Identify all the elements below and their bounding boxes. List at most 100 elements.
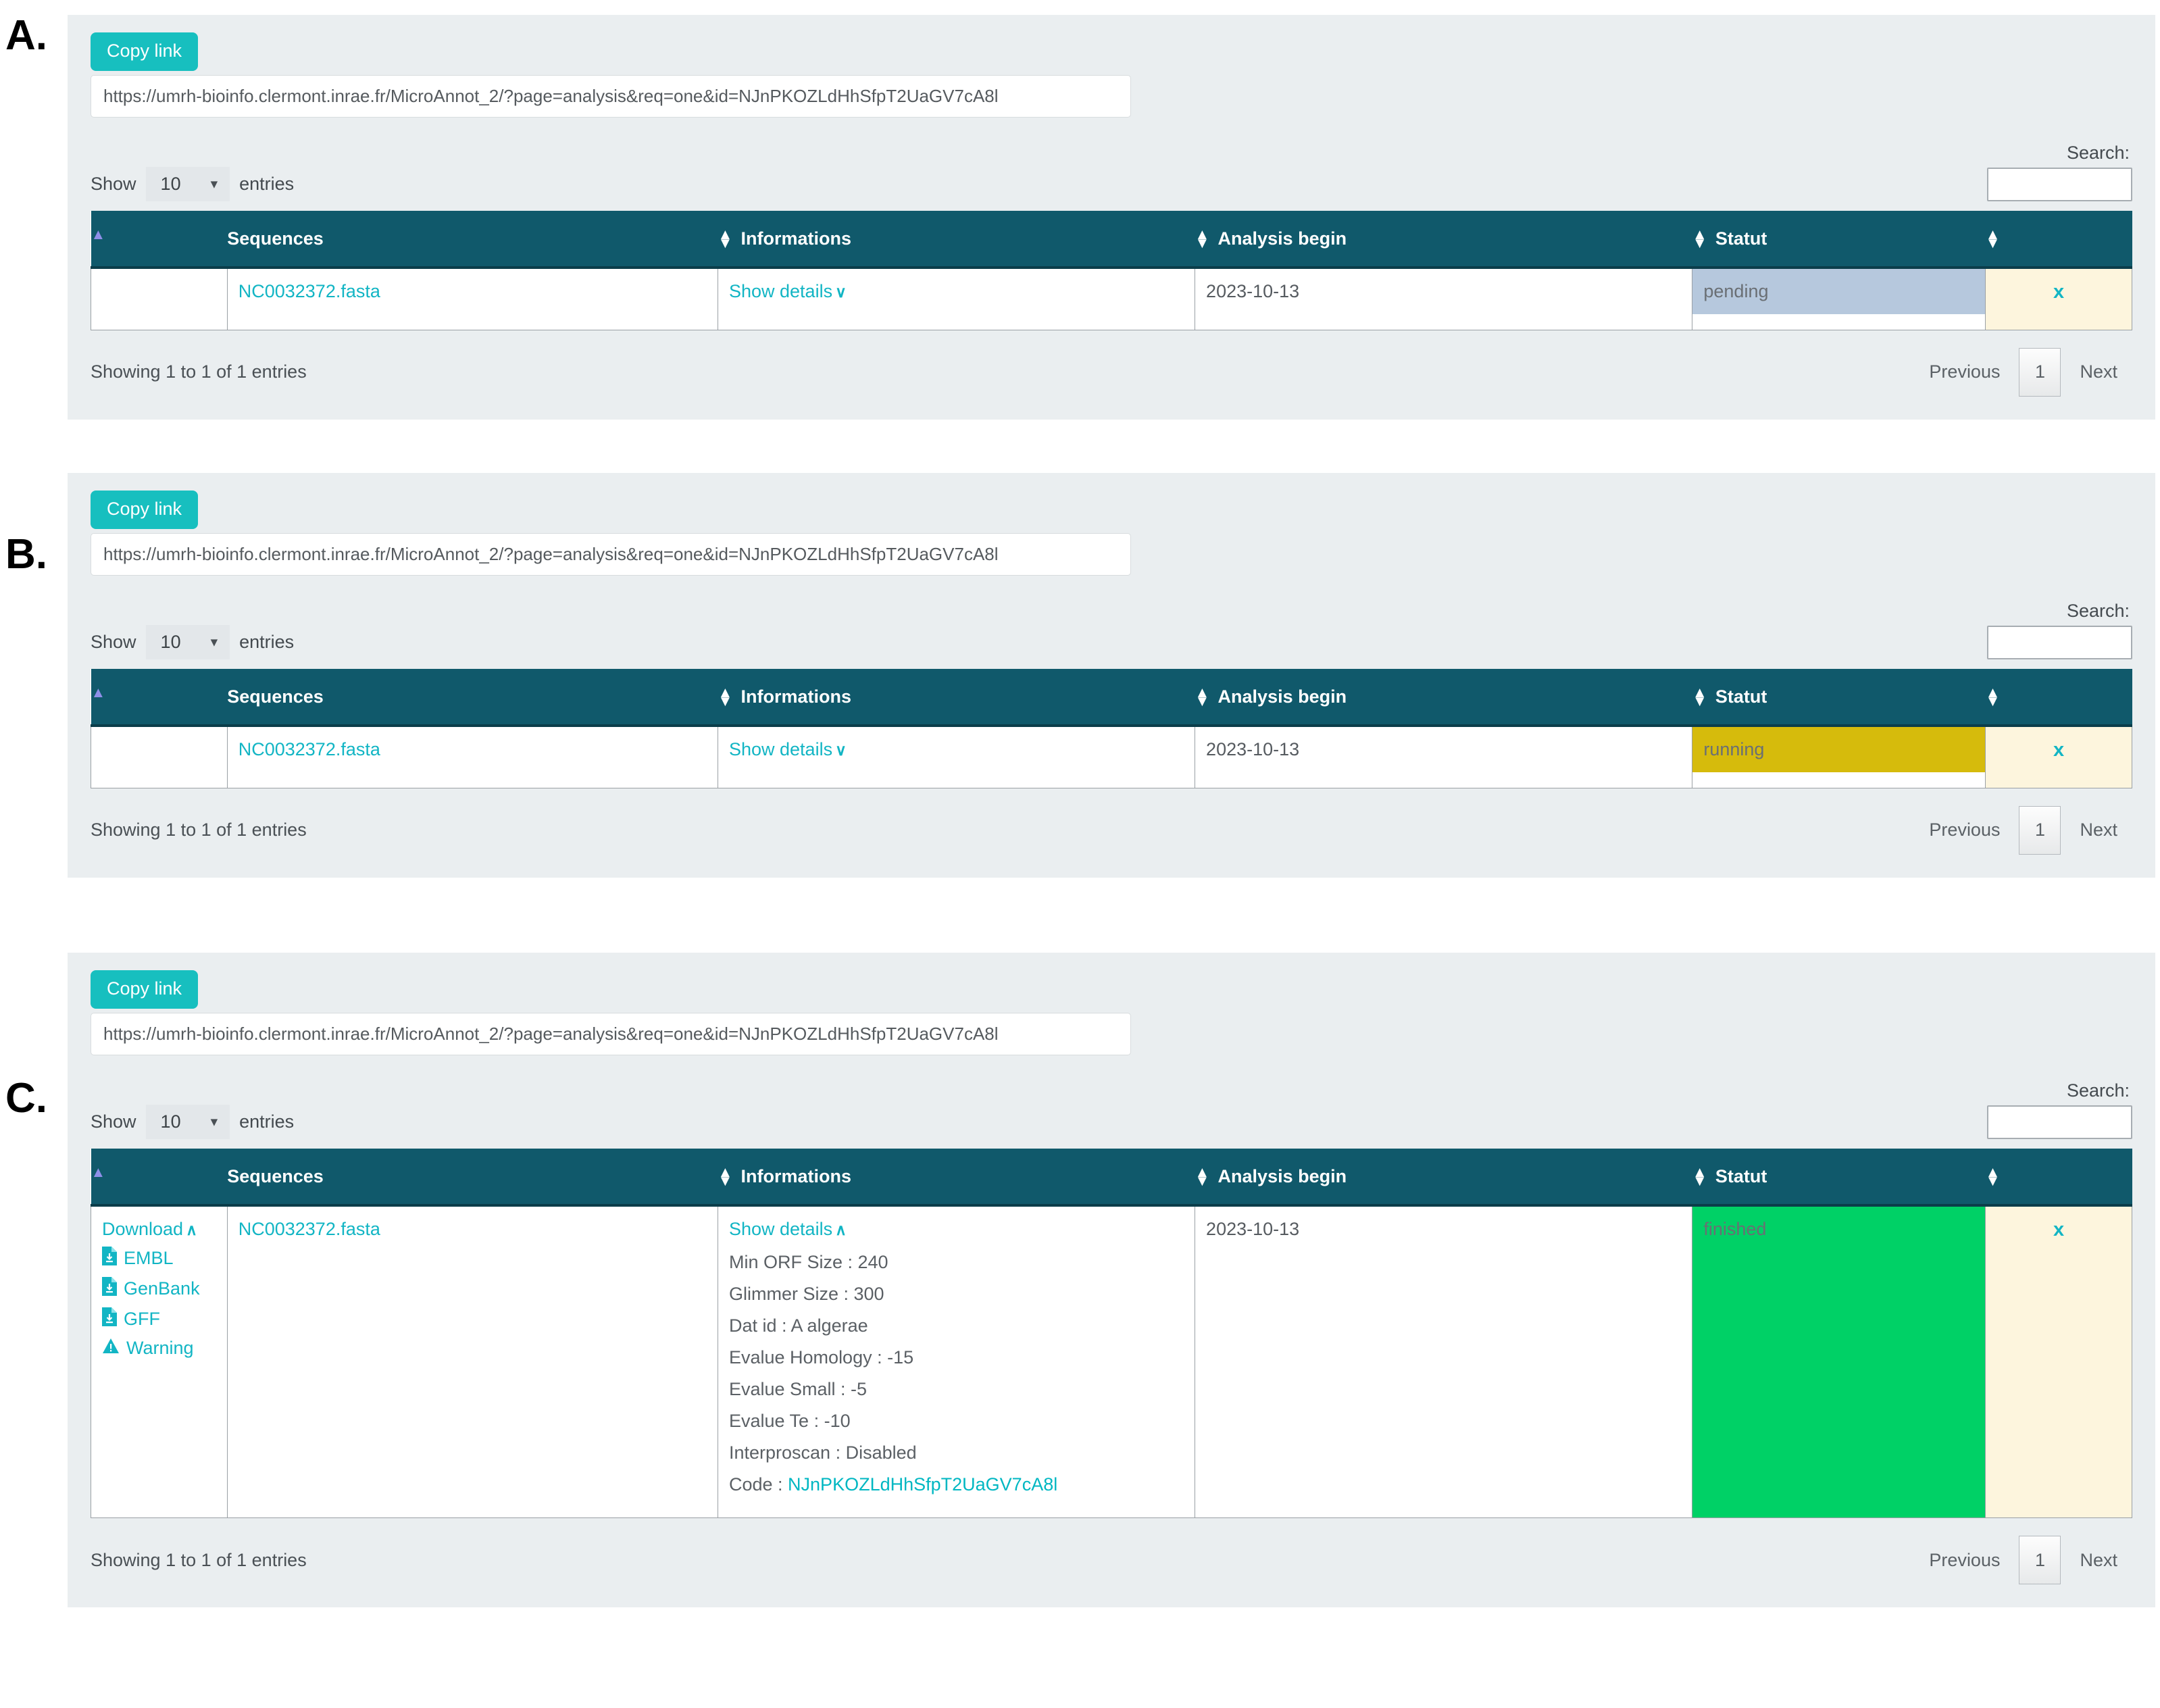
cell-cancel: x bbox=[1985, 1205, 2132, 1518]
sort-arrows-icon: ▲▼ bbox=[91, 683, 106, 701]
page-length-value: 10 bbox=[160, 632, 181, 652]
next-page-button[interactable]: Next bbox=[2065, 361, 2132, 382]
status-badge: pending bbox=[1692, 269, 1986, 314]
previous-page-button[interactable]: Previous bbox=[1914, 361, 2015, 382]
sort-arrows-icon: ▲▼ bbox=[1195, 1163, 1210, 1189]
sort-arrows-icon: ▲▼ bbox=[91, 1163, 106, 1180]
col-analysis-begin-label: Analysis begin bbox=[1217, 228, 1347, 249]
col-informations[interactable]: ▲ ▼ Informations bbox=[718, 1149, 1195, 1207]
cell-analysis-begin: 2023-10-13 bbox=[1195, 725, 1693, 788]
copy-link-button[interactable]: Copy link bbox=[91, 970, 199, 1009]
col-sequences[interactable]: Sequences bbox=[227, 211, 718, 269]
col-analysis-begin[interactable]: ▲ ▼ Analysis begin bbox=[1195, 669, 1692, 727]
search-input[interactable] bbox=[1987, 626, 2132, 659]
col-analysis-begin[interactable]: ▲ ▼ Analysis begin bbox=[1195, 1149, 1692, 1207]
col-download[interactable]: ▲▼ bbox=[91, 669, 228, 727]
analysis-panel-a: Copy link https://umrh-bioinfo.clermont.… bbox=[68, 15, 2155, 420]
cell-statut: running bbox=[1692, 725, 1986, 788]
section-label-c: C. bbox=[5, 1075, 47, 1122]
table-row: Download ∧ EMBL GenBank GFF Warning NC00… bbox=[91, 1205, 2132, 1518]
entries-info: Showing 1 to 1 of 1 entries bbox=[91, 820, 307, 840]
copy-link-button[interactable]: Copy link bbox=[91, 32, 199, 71]
entries-info: Showing 1 to 1 of 1 entries bbox=[91, 361, 307, 382]
warning-triangle-icon bbox=[102, 1338, 120, 1359]
show-label: Show bbox=[91, 1111, 136, 1132]
section-a: A. Copy link https://umrh-bioinfo.clermo… bbox=[0, 15, 2155, 420]
cancel-analysis-button[interactable]: x bbox=[2053, 281, 2064, 303]
col-download[interactable]: ▲▼ bbox=[91, 1149, 228, 1207]
sort-arrows-icon: ▲▼ bbox=[718, 683, 733, 709]
warning-button[interactable]: Warning bbox=[102, 1338, 216, 1359]
hide-details-toggle[interactable]: Show details ∧ bbox=[729, 1219, 1184, 1240]
page-number-button[interactable]: 1 bbox=[2019, 1536, 2061, 1584]
chevron-up-icon: ∧ bbox=[835, 1221, 847, 1238]
search-input[interactable] bbox=[1987, 168, 2132, 201]
col-download[interactable]: ▲▼ bbox=[91, 211, 228, 269]
col-statut[interactable]: ▲ ▼ Statut bbox=[1692, 211, 1986, 269]
col-cancel[interactable]: ▲ ▼ bbox=[1985, 1149, 2132, 1207]
table-row: NC0032372.fasta Show details ∨ 2023-10-13… bbox=[91, 725, 2132, 788]
detail-evalue-homology: Evalue Homology : -15 bbox=[728, 1347, 914, 1367]
page-length-select[interactable]: 10 ▾ bbox=[145, 1105, 230, 1139]
page-number-button[interactable]: 1 bbox=[2019, 347, 2061, 397]
sequence-link[interactable]: NC0032372.fasta bbox=[238, 739, 380, 759]
table-head: ▲▼ Sequences ▲▼ Informations bbox=[91, 211, 2132, 269]
sequence-link[interactable]: NC0032372.fasta bbox=[238, 281, 380, 301]
sort-arrows-icon: ▲▼ bbox=[1692, 1163, 1707, 1189]
table-row: NC0032372.fasta Show details ∨ 2023-10-13… bbox=[91, 267, 2132, 330]
cell-download bbox=[91, 725, 228, 788]
download-embl-button[interactable]: EMBL bbox=[102, 1247, 216, 1270]
detail-dat-id: Dat id : A algerae bbox=[728, 1315, 868, 1336]
page-length-select[interactable]: 10 ▾ bbox=[145, 625, 230, 659]
cell-cancel: x bbox=[1985, 267, 2132, 330]
col-analysis-begin[interactable]: ▲ ▼ Analysis begin bbox=[1195, 211, 1692, 269]
copy-link-button[interactable]: Copy link bbox=[91, 491, 199, 529]
next-page-button[interactable]: Next bbox=[2065, 820, 2132, 840]
share-url-field[interactable]: https://umrh-bioinfo.clermont.inrae.fr/M… bbox=[91, 1013, 1131, 1055]
page-number-button[interactable]: 1 bbox=[2019, 805, 2061, 855]
previous-page-button[interactable]: Previous bbox=[1914, 1550, 2015, 1571]
cell-sequence: NC0032372.fasta bbox=[226, 267, 718, 330]
table-footer: Showing 1 to 1 of 1 entries Previous 1 N… bbox=[91, 805, 2132, 855]
download-gff-button[interactable]: GFF bbox=[102, 1307, 216, 1331]
sequence-link[interactable]: NC0032372.fasta bbox=[238, 1219, 380, 1239]
table-footer: Showing 1 to 1 of 1 entries Previous 1 N… bbox=[91, 347, 2132, 397]
page-length-select[interactable]: 10 ▾ bbox=[145, 167, 230, 201]
previous-page-button[interactable]: Previous bbox=[1914, 820, 2015, 840]
detail-min-orf-size: Min ORF Size : 240 bbox=[728, 1252, 888, 1272]
file-download-icon bbox=[102, 1277, 117, 1301]
code-link[interactable]: NJnPKOZLdHhSfpT2UaGV7cA8l bbox=[788, 1474, 1057, 1494]
analysis-table: ▲▼ Sequences ▲▼ Informations bbox=[91, 1149, 2132, 1518]
cell-sequence: NC0032372.fasta bbox=[226, 1205, 718, 1518]
col-informations[interactable]: ▲ ▼ Informations bbox=[718, 211, 1195, 269]
col-statut-label: Statut bbox=[1715, 1165, 1767, 1186]
col-sequences[interactable]: Sequences bbox=[227, 1149, 718, 1207]
show-details-toggle[interactable]: Show details ∨ bbox=[729, 739, 847, 759]
file-download-icon bbox=[102, 1307, 117, 1331]
search-label: Search: bbox=[2066, 143, 2130, 163]
table-controls: Show 10 ▾ entries Search: bbox=[91, 136, 2132, 201]
cell-analysis-begin: 2023-10-13 bbox=[1195, 267, 1693, 330]
download-genbank-button[interactable]: GenBank bbox=[102, 1277, 216, 1301]
col-sequences[interactable]: Sequences bbox=[227, 669, 718, 727]
col-statut[interactable]: ▲ ▼ Statut bbox=[1692, 1149, 1986, 1207]
col-informations[interactable]: ▲ ▼ Informations bbox=[718, 669, 1195, 727]
share-url-field[interactable]: https://umrh-bioinfo.clermont.inrae.fr/M… bbox=[91, 533, 1131, 576]
download-gff-label: GFF bbox=[124, 1309, 160, 1329]
download-toggle[interactable]: Download ∧ bbox=[102, 1219, 216, 1240]
show-details-toggle[interactable]: Show details ∨ bbox=[729, 281, 847, 301]
cancel-analysis-button[interactable]: x bbox=[2053, 1219, 2064, 1240]
cell-download bbox=[91, 267, 228, 330]
cancel-analysis-button[interactable]: x bbox=[2053, 739, 2064, 761]
next-page-button[interactable]: Next bbox=[2065, 1550, 2132, 1571]
sort-arrows-icon: ▲▼ bbox=[1985, 1163, 2001, 1189]
detail-evalue-small: Evalue Small : -5 bbox=[728, 1379, 868, 1399]
chevron-down-icon: ▾ bbox=[210, 1114, 218, 1130]
col-cancel[interactable]: ▲ ▼ bbox=[1985, 211, 2132, 269]
search-input[interactable] bbox=[1987, 1105, 2132, 1139]
col-statut[interactable]: ▲ ▼ Statut bbox=[1692, 669, 1986, 727]
pagination: Previous 1 Next bbox=[1914, 805, 2132, 855]
col-cancel[interactable]: ▲ ▼ bbox=[1985, 669, 2132, 727]
analysis-table: ▲▼ Sequences ▲▼ Informations bbox=[91, 211, 2132, 330]
share-url-field[interactable]: https://umrh-bioinfo.clermont.inrae.fr/M… bbox=[91, 75, 1131, 118]
